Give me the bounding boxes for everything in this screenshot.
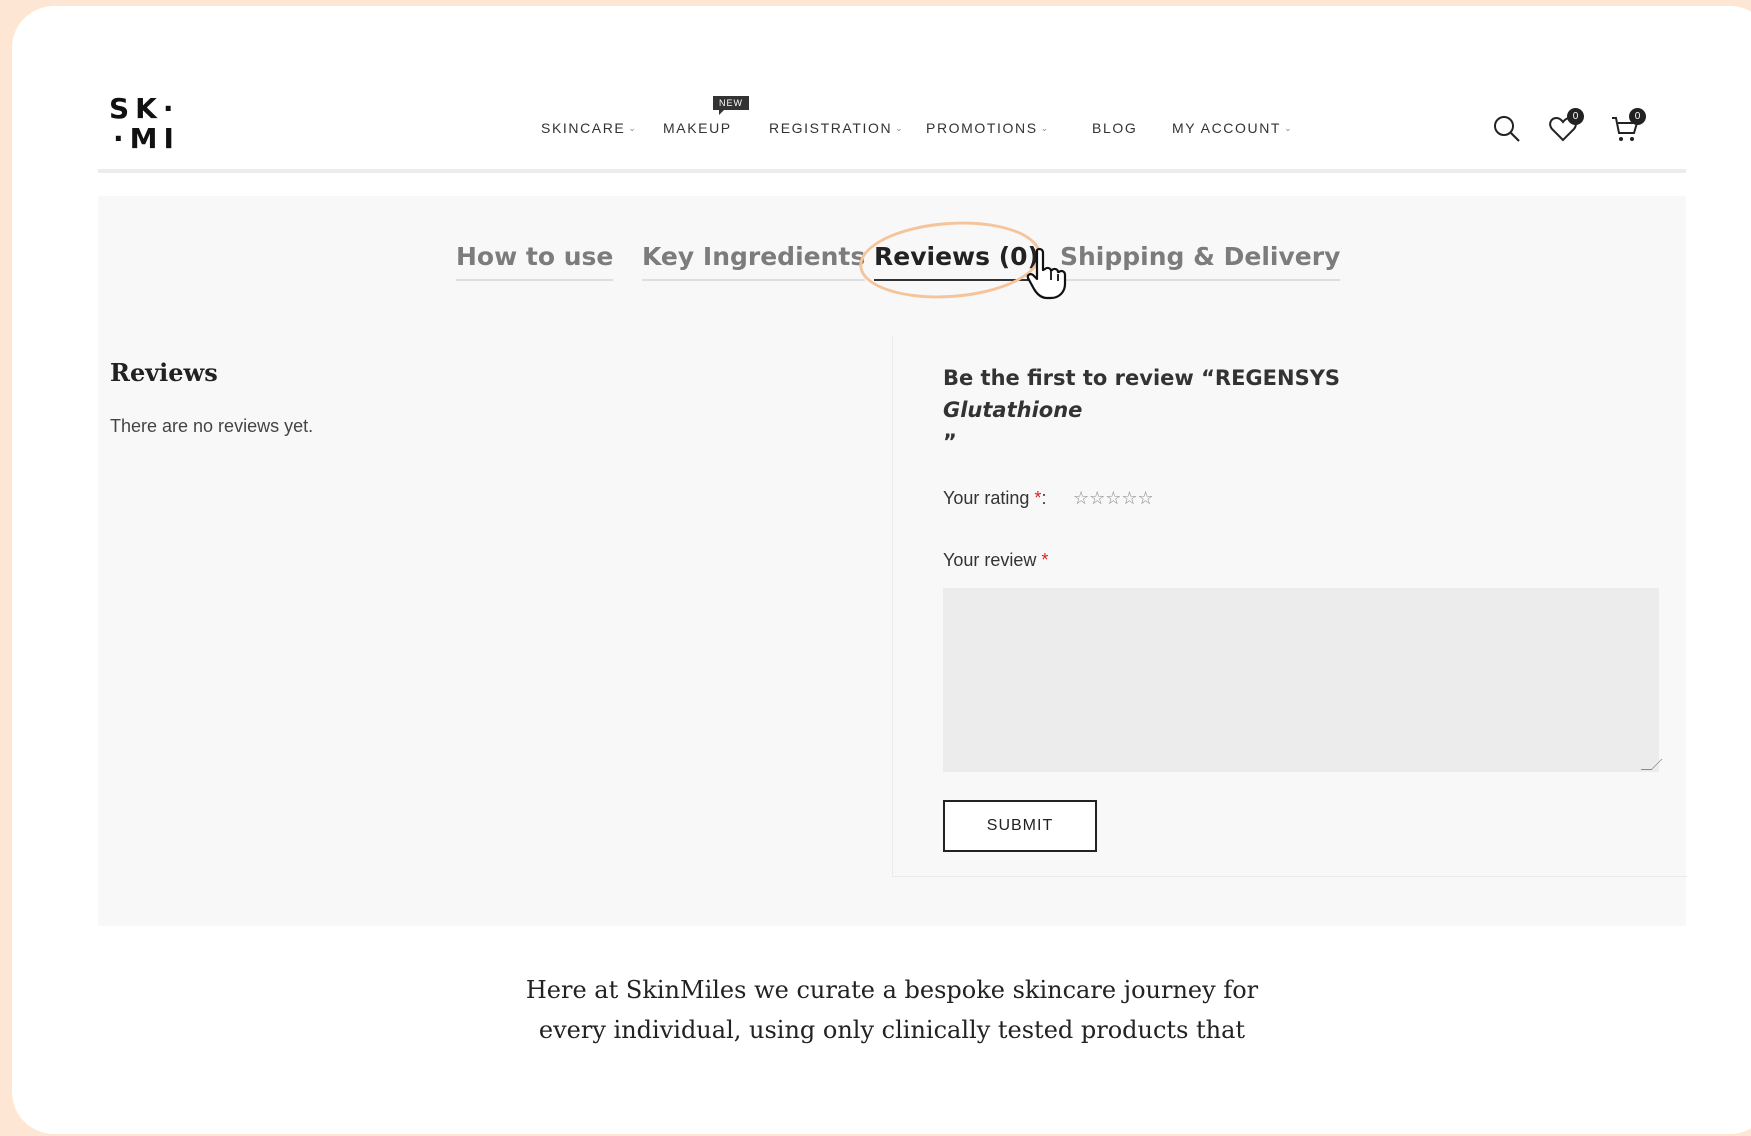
product-tabs-panel: How to use Key Ingredients Reviews (0) S… <box>98 196 1687 926</box>
rating-label: Your rating *: <box>943 488 1046 509</box>
required-asterisk: * <box>1041 550 1049 570</box>
header-divider <box>98 169 1686 173</box>
chevron-down-icon: ⌄ <box>628 123 638 133</box>
submit-button[interactable]: SUBMIT <box>943 800 1097 852</box>
nav-item-makeup[interactable]: NEW MAKEUP <box>663 96 749 136</box>
nav-label: REGISTRATION <box>769 120 893 136</box>
hand-pointer-icon <box>1026 247 1067 300</box>
intro-line-2: every individual, using only clinically … <box>538 1016 1246 1044</box>
reviews-heading: Reviews <box>110 358 218 387</box>
chevron-down-icon: ⌄ <box>1284 123 1294 133</box>
nav-label: BLOG <box>1092 120 1138 136</box>
review-textarea[interactable] <box>943 588 1663 772</box>
heading-close-quote: ” <box>943 430 957 454</box>
no-reviews-message: There are no reviews yet. <box>110 416 314 436</box>
cart-count-badge: 0 <box>1629 108 1646 125</box>
heading-product-name: Glutathione <box>943 398 1083 422</box>
rating-colon: : <box>1041 488 1047 508</box>
rating-label-text: Your rating <box>943 488 1030 508</box>
star-rating-input[interactable]: ☆☆☆☆☆ <box>1073 488 1154 509</box>
chevron-down-icon: ⌄ <box>1040 123 1050 133</box>
site-logo[interactable]: SK· ·MI <box>109 94 189 154</box>
nav-item-blog[interactable]: BLOG <box>1092 120 1137 136</box>
review-label-text: Your review <box>943 550 1037 570</box>
intro-line-1: Here at SkinMiles we curate a bespoke sk… <box>525 976 1259 1004</box>
review-form-heading: Be the first to review “REGENSYS Glutath… <box>943 362 1443 458</box>
resize-handle[interactable] <box>1640 759 1663 770</box>
nav-item-skincare[interactable]: SKINCARE ⌄ <box>541 120 638 136</box>
highlight-circle <box>856 215 1044 305</box>
review-label: Your review * <box>943 550 1048 571</box>
browser-frame: SK· ·MI SKINCARE ⌄ NEW MAKEUP REGISTRATIO… <box>12 6 1751 1134</box>
nav-item-promotions[interactable]: PROMOTIONS ⌄ <box>926 120 1050 136</box>
tab-key-ingredients[interactable]: Key Ingredients <box>642 242 866 281</box>
wishlist-button[interactable]: 0 <box>1548 108 1584 144</box>
nav-item-my-account[interactable]: MY ACCOUNT ⌄ <box>1172 120 1293 136</box>
nav-label: PROMOTIONS <box>926 120 1038 136</box>
review-form: Be the first to review “REGENSYS Glutath… <box>892 336 1687 877</box>
nav-label: SKINCARE <box>541 120 626 136</box>
tab-how-to-use[interactable]: How to use <box>456 242 614 281</box>
nav-label: MAKEUP <box>663 120 732 136</box>
logo-line-1: SK· <box>109 92 180 125</box>
heading-line-1: Be the first to review “REGENSYS <box>943 366 1341 390</box>
tab-shipping-delivery[interactable]: Shipping & Delivery <box>1060 242 1341 281</box>
chevron-down-icon: ⌄ <box>895 123 905 133</box>
scroll-overlay <box>98 1066 1686 1134</box>
logo-line-2: ·MI <box>113 122 180 155</box>
intro-paragraph: Here at SkinMiles we curate a bespoke sk… <box>98 970 1686 1050</box>
cart-button[interactable]: 0 <box>1610 108 1646 144</box>
search-icon[interactable] <box>1492 114 1522 144</box>
nav-item-registration[interactable]: REGISTRATION ⌄ <box>769 120 904 136</box>
new-badge: NEW <box>713 96 749 115</box>
nav-label: MY ACCOUNT <box>1172 120 1282 136</box>
wishlist-count-badge: 0 <box>1567 108 1584 125</box>
